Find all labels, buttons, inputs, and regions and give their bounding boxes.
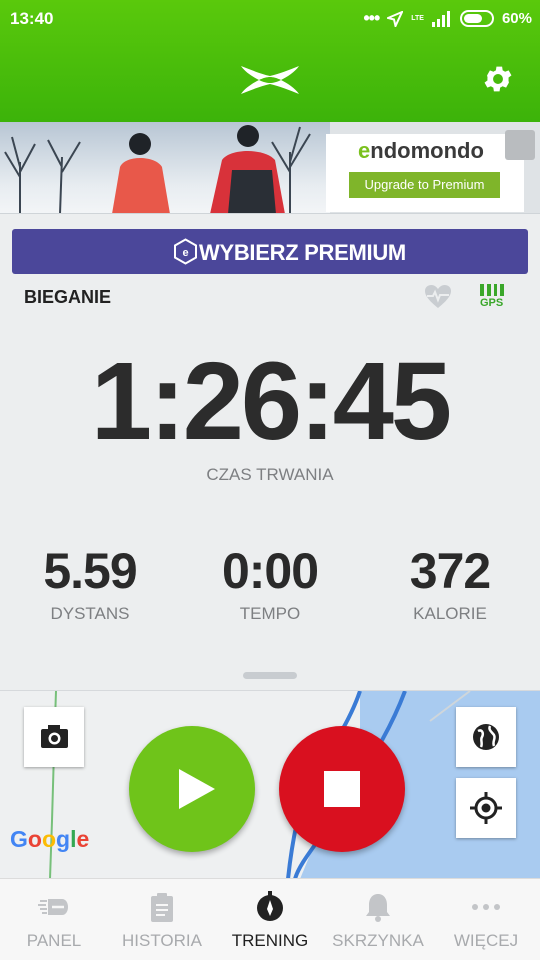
google-letter: o <box>41 826 57 852</box>
endomondo-logo-prefix: e <box>358 138 371 163</box>
compass-icon <box>257 891 283 921</box>
gear-icon[interactable] <box>481 62 515 96</box>
nav-panel[interactable]: PANEL <box>0 879 108 960</box>
upgrade-to-premium-button[interactable]: Upgrade to Premium <box>349 172 500 198</box>
gps-signal-icon <box>480 284 504 296</box>
duration-label: CZAS TRWANIA <box>206 465 334 484</box>
stat-value: 5.59 <box>43 543 137 599</box>
banner-photo <box>0 122 330 213</box>
stat-distance[interactable]: 5.59 DYSTANS <box>0 542 180 624</box>
nav-label: SKRZYNKA <box>332 931 424 950</box>
network-type: LTE <box>411 14 424 22</box>
nav-inbox[interactable]: SKRZYNKA <box>324 879 432 960</box>
signal-icon <box>431 10 450 27</box>
gps-label: GPS <box>480 297 504 309</box>
nav-training[interactable]: TRENING <box>216 879 324 960</box>
nav-label: TRENING <box>231 931 309 950</box>
battery-level: 60% <box>501 10 532 27</box>
duration-value: 1:26:45 <box>90 340 452 463</box>
google-letter: e <box>76 826 90 852</box>
svg-text:e: e <box>182 247 188 259</box>
camera-icon <box>41 725 68 748</box>
google-attribution: Google <box>10 826 89 853</box>
nav-more[interactable]: WIĘCEJ <box>432 879 540 960</box>
stat-pace[interactable]: 0:00 TEMPO <box>180 542 360 624</box>
stat-label: KALORIE <box>413 604 487 623</box>
map-layers-button[interactable] <box>456 707 516 767</box>
nav-label: WIĘCEJ <box>453 931 519 950</box>
bottom-navigation: PANEL HISTORIA TRENING SKRZYNKA WIĘCEJ <box>0 878 540 960</box>
more-dots-icon <box>472 904 500 910</box>
google-letter: o <box>27 826 42 852</box>
stat-calories[interactable]: 372 KALORIE <box>360 542 540 624</box>
under-armour-logo <box>241 66 299 94</box>
play-icon <box>179 769 215 809</box>
choose-premium-button[interactable]: e WYBIERZ PREMIUM <box>12 229 528 274</box>
google-letter: G <box>10 826 28 852</box>
stat-value: 372 <box>409 543 491 599</box>
ad-banner[interactable] <box>0 122 540 214</box>
globe-icon <box>473 724 499 750</box>
ad-choices-icon[interactable] <box>505 130 535 160</box>
stat-label: TEMPO <box>239 604 301 623</box>
nav-label: HISTORIA <box>122 931 202 950</box>
endomondo-logo-text: ndomondo <box>370 138 484 163</box>
status-icons: ••• LTE 60% <box>363 8 532 29</box>
heart-rate-icon[interactable] <box>424 284 452 310</box>
app-header: 13:40 ••• LTE 60% <box>0 0 540 122</box>
nav-history[interactable]: HISTORIA <box>108 879 216 960</box>
camera-button[interactable] <box>24 707 84 767</box>
stat-label: DYSTANS <box>50 604 130 623</box>
location-arrow-icon <box>387 10 404 27</box>
my-location-button[interactable] <box>456 778 516 838</box>
endomondo-icon <box>38 899 68 915</box>
premium-hexagon-icon: e <box>174 238 197 265</box>
status-time: 13:40 <box>10 9 54 28</box>
stat-value: 0:00 <box>221 543 319 599</box>
nav-label: PANEL <box>26 931 82 950</box>
sport-type[interactable]: BIEGANIE <box>24 287 111 308</box>
google-letter: g <box>56 826 71 852</box>
crosshair-icon <box>470 792 502 824</box>
endomondo-logo: endomondo <box>358 138 484 164</box>
runners-illustration <box>4 125 311 213</box>
clipboard-icon <box>151 893 173 922</box>
bell-icon <box>366 894 390 922</box>
status-bar: 13:40 ••• LTE 60% <box>0 0 540 38</box>
resume-button[interactable] <box>129 726 255 852</box>
stop-button[interactable] <box>279 726 405 852</box>
notification-dots-icon: ••• <box>363 8 380 28</box>
drag-handle[interactable] <box>243 672 297 679</box>
premium-label: WYBIERZ PREMIUM <box>199 240 406 265</box>
stop-icon <box>324 771 360 807</box>
battery-icon <box>459 10 494 27</box>
